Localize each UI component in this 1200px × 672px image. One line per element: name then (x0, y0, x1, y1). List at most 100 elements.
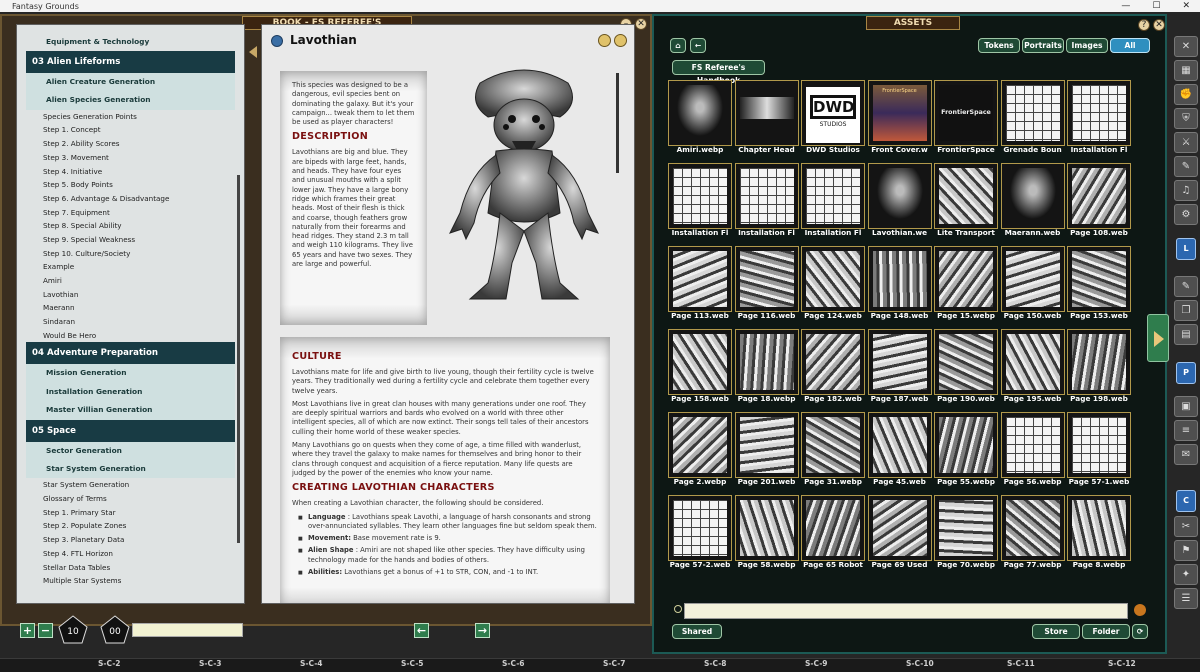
asset-tile[interactable]: Page 69 Used (867, 495, 932, 575)
sidebar-pencil-icon[interactable]: ✎ (1174, 276, 1198, 297)
asset-tile[interactable]: DWD STUDIOS DWD Studios (801, 80, 865, 160)
minimize-button[interactable]: — (1121, 1, 1130, 11)
asset-thumbnail[interactable] (1000, 329, 1065, 395)
asset-thumbnail[interactable] (734, 329, 799, 395)
sidebar-gear-icon[interactable]: ⚙ (1174, 204, 1198, 225)
toc-item[interactable]: Glossary of Terms (17, 492, 244, 506)
back-icon[interactable]: ← (690, 38, 706, 53)
asset-tile[interactable]: Page 18.webp (734, 329, 799, 409)
sidebar-star-icon[interactable]: ✦ (1174, 564, 1198, 585)
chat-entry-field[interactable] (132, 623, 243, 637)
asset-thumbnail[interactable] (1000, 80, 1065, 146)
asset-tile[interactable]: Installation Fl (1067, 80, 1131, 160)
asset-thumbnail[interactable]: DWD STUDIOS (801, 80, 865, 146)
asset-thumbnail[interactable] (801, 412, 865, 478)
asset-thumbnail[interactable] (734, 412, 799, 478)
assets-close-button[interactable]: ✕ (1153, 19, 1165, 31)
sidebar-map-icon[interactable]: ✎ (1174, 156, 1198, 177)
hotkey-slot[interactable]: S-C-5 (401, 659, 424, 668)
toc-item[interactable]: Step 8. Special Ability (17, 219, 244, 233)
asset-thumbnail[interactable] (801, 163, 865, 229)
toc-item[interactable]: Equipment & Technology (26, 33, 235, 51)
toc-item[interactable]: Step 5. Body Points (17, 178, 244, 192)
asset-tile[interactable]: Grenade Boun (1000, 80, 1065, 160)
asset-thumbnail[interactable] (734, 495, 799, 561)
sidebar-flag-icon[interactable]: ⚑ (1174, 540, 1198, 561)
asset-tile[interactable]: Page 190.web (934, 329, 998, 409)
toc-item[interactable]: Sindaran (17, 315, 244, 329)
toc-item[interactable]: Step 2. Ability Scores (17, 137, 244, 151)
asset-tile[interactable]: Amiri.webp (668, 80, 732, 160)
asset-tile[interactable]: Page 70.webp (934, 495, 998, 575)
toc-collapse-arrow-icon[interactable] (249, 46, 257, 58)
asset-thumbnail[interactable] (1000, 495, 1065, 561)
asset-tile[interactable]: Page 45.web (867, 412, 932, 492)
close-button[interactable]: ✕ (1182, 1, 1190, 11)
asset-thumbnail[interactable] (734, 246, 799, 312)
asset-tile[interactable]: Page 116.web (734, 246, 799, 326)
asset-tile[interactable]: Installation Fl (801, 163, 865, 243)
asset-thumbnail[interactable] (867, 495, 932, 561)
toc-item[interactable]: Alien Species Generation (26, 91, 235, 110)
asset-thumbnail[interactable] (1000, 412, 1065, 478)
asset-tile[interactable]: Page 150.web (1000, 246, 1065, 326)
filter-images-button[interactable]: Images (1066, 38, 1108, 53)
asset-thumbnail[interactable] (668, 495, 732, 561)
asset-thumbnail[interactable] (867, 246, 932, 312)
asset-tile[interactable]: Page 2.webp (668, 412, 732, 492)
toc-item[interactable]: Step 7. Equipment (17, 206, 244, 220)
hotkey-slot[interactable]: S-C-7 (603, 659, 626, 668)
asset-thumbnail[interactable] (1067, 80, 1131, 146)
page-scrollbar[interactable] (616, 73, 619, 173)
toc-item[interactable]: Installation Generation (26, 382, 235, 402)
toc-item[interactable]: Would Be Hero (17, 329, 244, 343)
sidebar-scroll-icon[interactable]: ✉ (1174, 444, 1198, 465)
toc-item[interactable]: Step 1. Primary Star (17, 506, 244, 520)
asset-thumbnail[interactable] (1000, 163, 1065, 229)
asset-thumbnail[interactable] (934, 329, 998, 395)
sidebar-fist-icon[interactable]: ✊ (1174, 84, 1198, 105)
toc-item[interactable]: Master Villian Generation (26, 401, 235, 420)
d100-die-icon[interactable]: 00 (100, 615, 130, 645)
asset-tile[interactable]: Page 31.webp (801, 412, 865, 492)
toc-item[interactable]: Step 1. Concept (17, 123, 244, 137)
toc-item[interactable]: Star System Generation (17, 478, 244, 492)
asset-tile[interactable]: Page 58.webp (734, 495, 799, 575)
toc-item[interactable]: Step 10. Culture/Society (17, 247, 244, 261)
asset-tile[interactable]: Page 57-2.web (668, 495, 732, 575)
previous-page-button[interactable]: ← (414, 623, 429, 638)
sidebar-music-icon[interactable]: ♫ (1174, 180, 1198, 201)
hotkey-slot[interactable]: S-C-2 (98, 659, 121, 668)
toc-item[interactable]: Star System Generation (26, 460, 235, 479)
asset-tile[interactable]: Lavothian.we (867, 163, 932, 243)
asset-tile[interactable]: Chapter Head (734, 80, 799, 160)
expand-panel-arrow-icon[interactable] (1147, 314, 1169, 362)
asset-thumbnail[interactable]: FrontierSpace (867, 80, 932, 146)
book-close-button[interactable]: ✕ (635, 18, 647, 30)
asset-thumbnail[interactable] (1067, 495, 1131, 561)
filter-tokens-button[interactable]: Tokens (978, 38, 1020, 53)
asset-thumbnail[interactable] (734, 163, 799, 229)
record-link-icon[interactable] (271, 35, 283, 47)
toc-item[interactable]: Stellar Data Tables (17, 561, 244, 575)
shared-button[interactable]: Shared (672, 624, 722, 639)
store-button[interactable]: Store (1032, 624, 1080, 639)
toc-item[interactable]: Sector Generation (26, 441, 235, 461)
asset-tile[interactable]: Page 77.webp (1000, 495, 1065, 575)
asset-tile[interactable]: Maerann.web (1000, 163, 1065, 243)
hotkey-slot[interactable]: S-C-11 (1007, 659, 1035, 668)
asset-thumbnail[interactable] (1067, 163, 1131, 229)
remove-button[interactable]: − (38, 623, 53, 638)
toc-item[interactable]: Multiple Star Systems (17, 574, 244, 588)
asset-tile[interactable]: Page 187.web (867, 329, 932, 409)
sidebar-tool-icon[interactable]: ✂ (1174, 516, 1198, 537)
lock-icon[interactable] (614, 34, 627, 47)
d10-die-icon[interactable]: 10 (58, 615, 88, 645)
asset-thumbnail[interactable] (801, 329, 865, 395)
toc-item[interactable]: Mission Generation (26, 364, 235, 383)
asset-tile[interactable]: Page 124.web (801, 246, 865, 326)
asset-tile[interactable]: Installation Fl (734, 163, 799, 243)
sidebar-close-icon[interactable]: ✕ (1174, 36, 1198, 57)
home-icon[interactable]: ⌂ (670, 38, 686, 53)
asset-thumbnail[interactable] (867, 412, 932, 478)
